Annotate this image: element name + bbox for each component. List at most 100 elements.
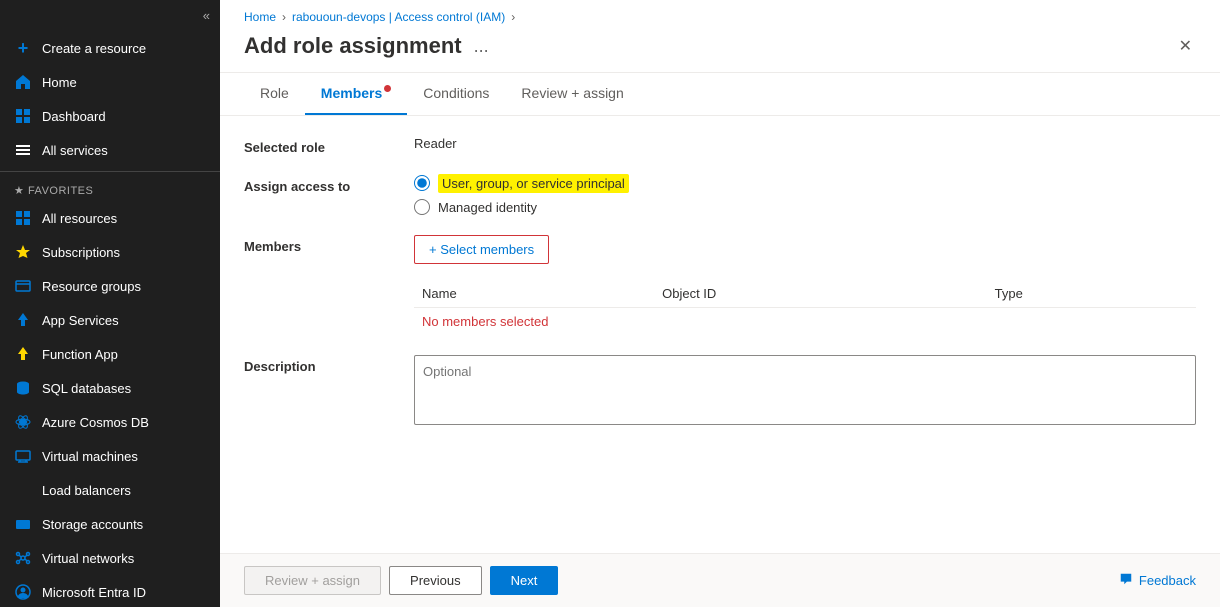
radio-user-group-label: User, group, or service principal [438, 176, 629, 191]
sidebar-item-label: App Services [42, 313, 119, 328]
breadcrumb: Home › rabououn-devops | Access control … [220, 0, 1220, 28]
tab-members[interactable]: Members [305, 73, 407, 115]
resource-groups-icon [14, 277, 32, 295]
review-assign-button[interactable]: Review + assign [244, 566, 381, 595]
tab-conditions[interactable]: Conditions [407, 73, 505, 115]
sidebar-item-label: Azure Cosmos DB [42, 415, 149, 430]
sidebar-item-resource-groups[interactable]: Resource groups [0, 269, 220, 303]
sidebar-item-label: All services [42, 143, 108, 158]
sidebar-item-subscriptions[interactable]: Subscriptions [0, 235, 220, 269]
cosmos-db-icon [14, 413, 32, 431]
radio-managed-identity-input[interactable] [414, 199, 430, 215]
sidebar-item-label: Home [42, 75, 77, 90]
radio-group: User, group, or service principal Manage… [414, 175, 1196, 215]
page-title: Add role assignment [244, 33, 462, 59]
sidebar-item-label: Load balancers [42, 483, 131, 498]
dashboard-icon [14, 107, 32, 125]
col-type: Type [987, 280, 1196, 308]
selected-role-value: Reader [414, 136, 1196, 151]
sidebar-item-load-balancers[interactable]: Load balancers [0, 473, 220, 507]
members-table-body: No members selected [414, 308, 1196, 336]
sidebar-item-label: Storage accounts [42, 517, 143, 532]
assign-access-label: Assign access to [244, 175, 394, 194]
sidebar-item-label: Function App [42, 347, 118, 362]
description-textarea[interactable] [414, 355, 1196, 425]
sidebar-section-favorites: ★ FAVORITES [0, 176, 220, 201]
sidebar-item-label: Resource groups [42, 279, 141, 294]
sidebar-item-label: All resources [42, 211, 117, 226]
description-value [414, 355, 1196, 428]
members-label: Members [244, 235, 394, 254]
main-content: Home › rabououn-devops | Access control … [220, 0, 1220, 607]
next-button[interactable]: Next [490, 566, 559, 595]
members-dot [384, 85, 391, 92]
radio-managed-identity[interactable]: Managed identity [414, 199, 1196, 215]
sidebar-item-label: Subscriptions [42, 245, 120, 260]
collapse-icon: « [203, 8, 210, 23]
all-resources-icon [14, 209, 32, 227]
sidebar-item-virtual-machines[interactable]: Virtual machines [0, 439, 220, 473]
sidebar: « + Create a resource Home Dashboard All… [0, 0, 220, 607]
feedback-icon [1119, 572, 1133, 589]
sidebar-collapse-button[interactable]: « [0, 0, 220, 31]
close-button[interactable]: ✕ [1175, 32, 1196, 60]
selected-role-row: Selected role Reader [244, 136, 1196, 155]
tab-role[interactable]: Role [244, 73, 305, 115]
more-options-button[interactable]: ... [474, 36, 489, 57]
sidebar-item-label: Virtual networks [42, 551, 134, 566]
footer: Review + assign Previous Next Feedback [220, 553, 1220, 607]
sidebar-item-label: SQL databases [42, 381, 131, 396]
sidebar-item-dashboard[interactable]: Dashboard [0, 99, 220, 133]
page-header: Add role assignment ... ✕ [220, 28, 1220, 73]
select-members-button[interactable]: + Select members [414, 235, 549, 264]
sidebar-item-label: Microsoft Entra ID [42, 585, 146, 600]
assign-access-value: User, group, or service principal Manage… [414, 175, 1196, 215]
form-content: Selected role Reader Assign access to Us… [220, 116, 1220, 553]
members-row: Members + Select members Name Object ID … [244, 235, 1196, 335]
sidebar-item-app-services[interactable]: App Services [0, 303, 220, 337]
sidebar-item-label: Dashboard [42, 109, 106, 124]
members-table: Name Object ID Type No members selected [414, 280, 1196, 335]
members-value: + Select members Name Object ID Type No … [414, 235, 1196, 335]
create-resource-icon: + [14, 39, 32, 57]
radio-user-group-input[interactable] [414, 175, 430, 191]
sidebar-item-create-resource[interactable]: + Create a resource [0, 31, 220, 65]
virtual-machines-icon [14, 447, 32, 465]
virtual-networks-icon [14, 549, 32, 567]
description-label: Description [244, 355, 394, 374]
breadcrumb-sep2: › [511, 10, 515, 24]
sidebar-divider [0, 171, 220, 172]
sidebar-item-label: Virtual machines [42, 449, 138, 464]
feedback-link[interactable]: Feedback [1119, 572, 1196, 589]
sidebar-item-function-app[interactable]: Function App [0, 337, 220, 371]
sidebar-item-all-services[interactable]: All services [0, 133, 220, 167]
home-icon [14, 73, 32, 91]
load-balancers-icon [14, 481, 32, 499]
tab-review-assign[interactable]: Review + assign [505, 73, 639, 115]
no-members-row: No members selected [414, 308, 1196, 336]
sidebar-item-virtual-networks[interactable]: Virtual networks [0, 541, 220, 575]
favorites-star-icon: ★ [14, 185, 24, 197]
previous-button[interactable]: Previous [389, 566, 482, 595]
col-object-id: Object ID [654, 280, 987, 308]
storage-accounts-icon [14, 515, 32, 533]
sidebar-item-storage-accounts[interactable]: Storage accounts [0, 507, 220, 541]
sidebar-item-all-resources[interactable]: All resources [0, 201, 220, 235]
sql-databases-icon [14, 379, 32, 397]
sidebar-item-home[interactable]: Home [0, 65, 220, 99]
sidebar-item-microsoft-entra-id[interactable]: Microsoft Entra ID [0, 575, 220, 607]
breadcrumb-sep1: › [282, 10, 286, 24]
sidebar-item-azure-cosmos-db[interactable]: Azure Cosmos DB [0, 405, 220, 439]
breadcrumb-resource[interactable]: rabououn-devops | Access control (IAM) [292, 10, 505, 24]
sidebar-item-sql-databases[interactable]: SQL databases [0, 371, 220, 405]
col-name: Name [414, 280, 654, 308]
selected-role-label: Selected role [244, 136, 394, 155]
members-table-header-row: Name Object ID Type [414, 280, 1196, 308]
no-members-text: No members selected [414, 308, 1196, 336]
function-app-icon [14, 345, 32, 363]
breadcrumb-home[interactable]: Home [244, 10, 276, 24]
app-services-icon [14, 311, 32, 329]
radio-user-group-text: User, group, or service principal [438, 174, 629, 193]
radio-user-group[interactable]: User, group, or service principal [414, 175, 1196, 191]
subscriptions-icon [14, 243, 32, 261]
